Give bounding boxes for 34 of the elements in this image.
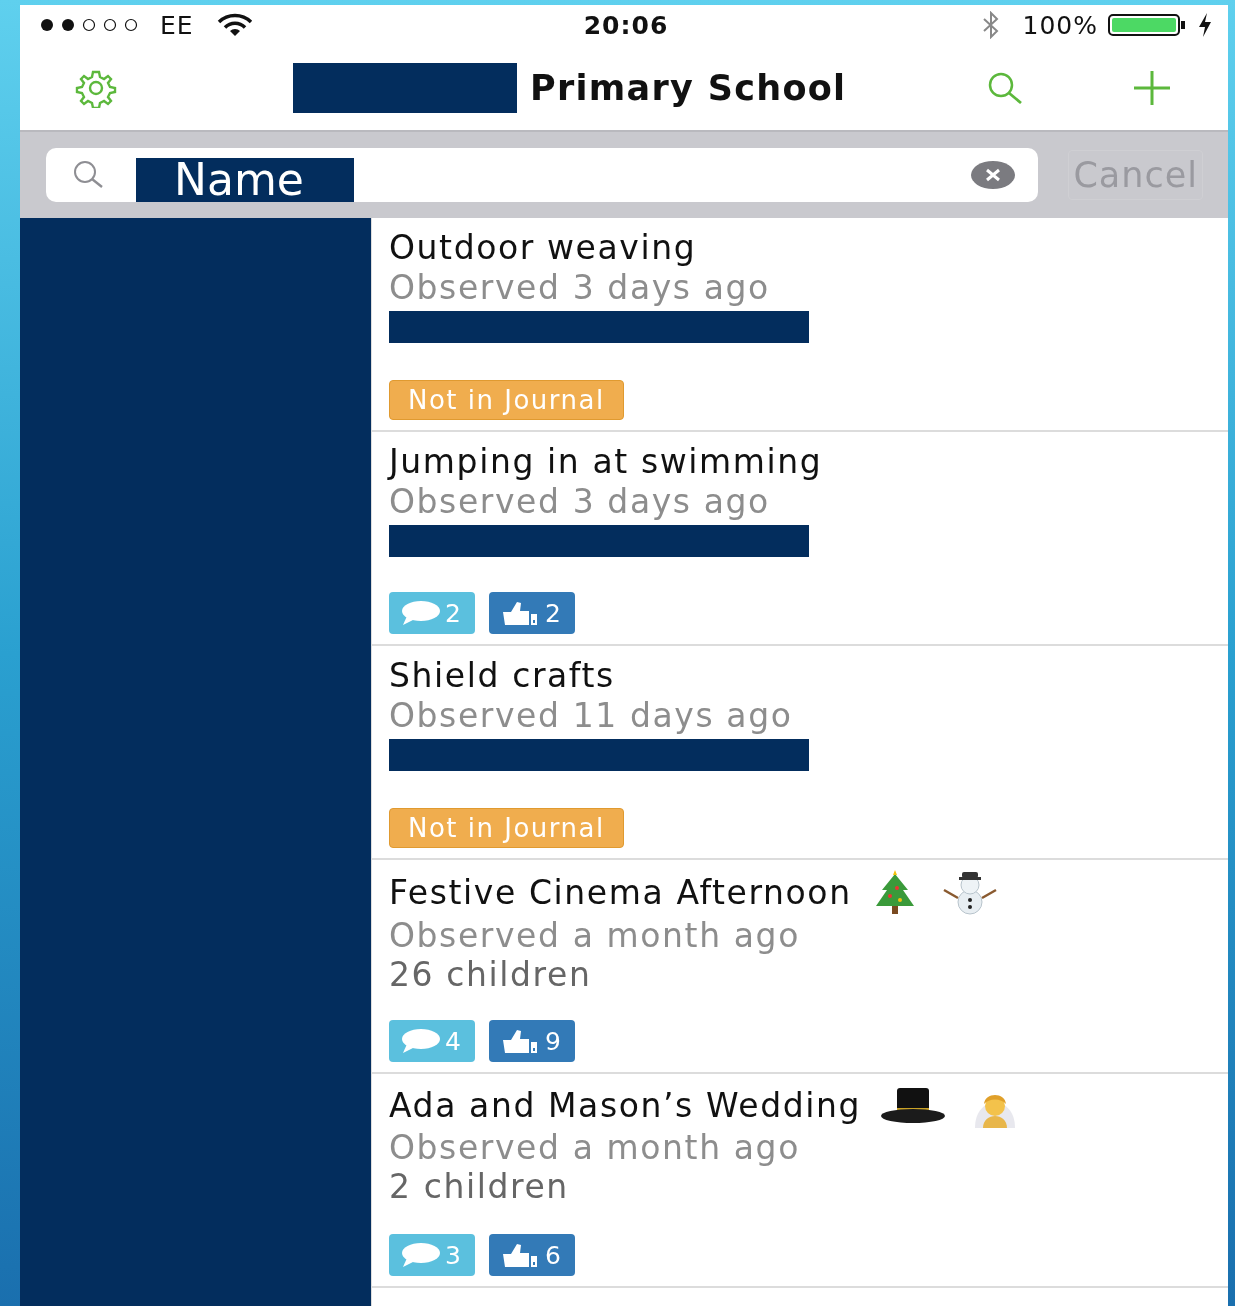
battery-percentage: 100% <box>1022 10 1098 40</box>
status-time: 20:06 <box>583 10 669 40</box>
observation-title: Ada and Mason’s Wedding <box>389 1086 862 1126</box>
carrier-name: EE <box>160 10 194 40</box>
speech-bubble-icon <box>401 1028 441 1054</box>
observed-time: Observed a month ago <box>389 916 801 955</box>
observed-time: Observed 11 days ago <box>389 696 794 735</box>
comments-button[interactable]: 4 <box>389 1020 475 1062</box>
comments-button[interactable]: 2 <box>389 592 475 634</box>
observed-time: Observed 3 days ago <box>389 268 771 307</box>
likes-button[interactable]: 9 <box>488 1020 575 1062</box>
search-value: Name <box>136 158 354 202</box>
observed-time: Observed 3 days ago <box>389 482 771 521</box>
wifi-icon <box>215 13 254 37</box>
journal-status-badge[interactable]: Not in Journal <box>389 808 624 848</box>
observation-title: Jumping in at swimming <box>389 442 823 482</box>
comments-button[interactable]: 3 <box>389 1234 475 1276</box>
speech-bubble-icon <box>401 1242 441 1268</box>
clear-icon[interactable] <box>970 160 1017 190</box>
journal-status-badge[interactable]: Not in Journal <box>389 380 624 420</box>
observation-title: Shield crafts <box>389 656 615 696</box>
observed-time: Observed a month ago <box>389 1128 801 1167</box>
top-hat-icon <box>879 1086 948 1126</box>
speech-bubble-icon <box>401 600 441 626</box>
likes-button[interactable]: 6 <box>488 1234 575 1276</box>
screen-title: Primary School <box>530 67 847 108</box>
search-field[interactable]: Name <box>46 148 1039 202</box>
battery-icon <box>1108 14 1188 36</box>
children-count: 26 children <box>389 955 593 994</box>
observation-title: Outdoor weaving <box>389 228 697 268</box>
observation-title: Festive Cinema Afternoon <box>389 873 852 913</box>
children-count: 2 children <box>389 1167 570 1206</box>
charging-icon <box>1198 13 1212 37</box>
likes-button[interactable]: 2 <box>488 592 575 634</box>
